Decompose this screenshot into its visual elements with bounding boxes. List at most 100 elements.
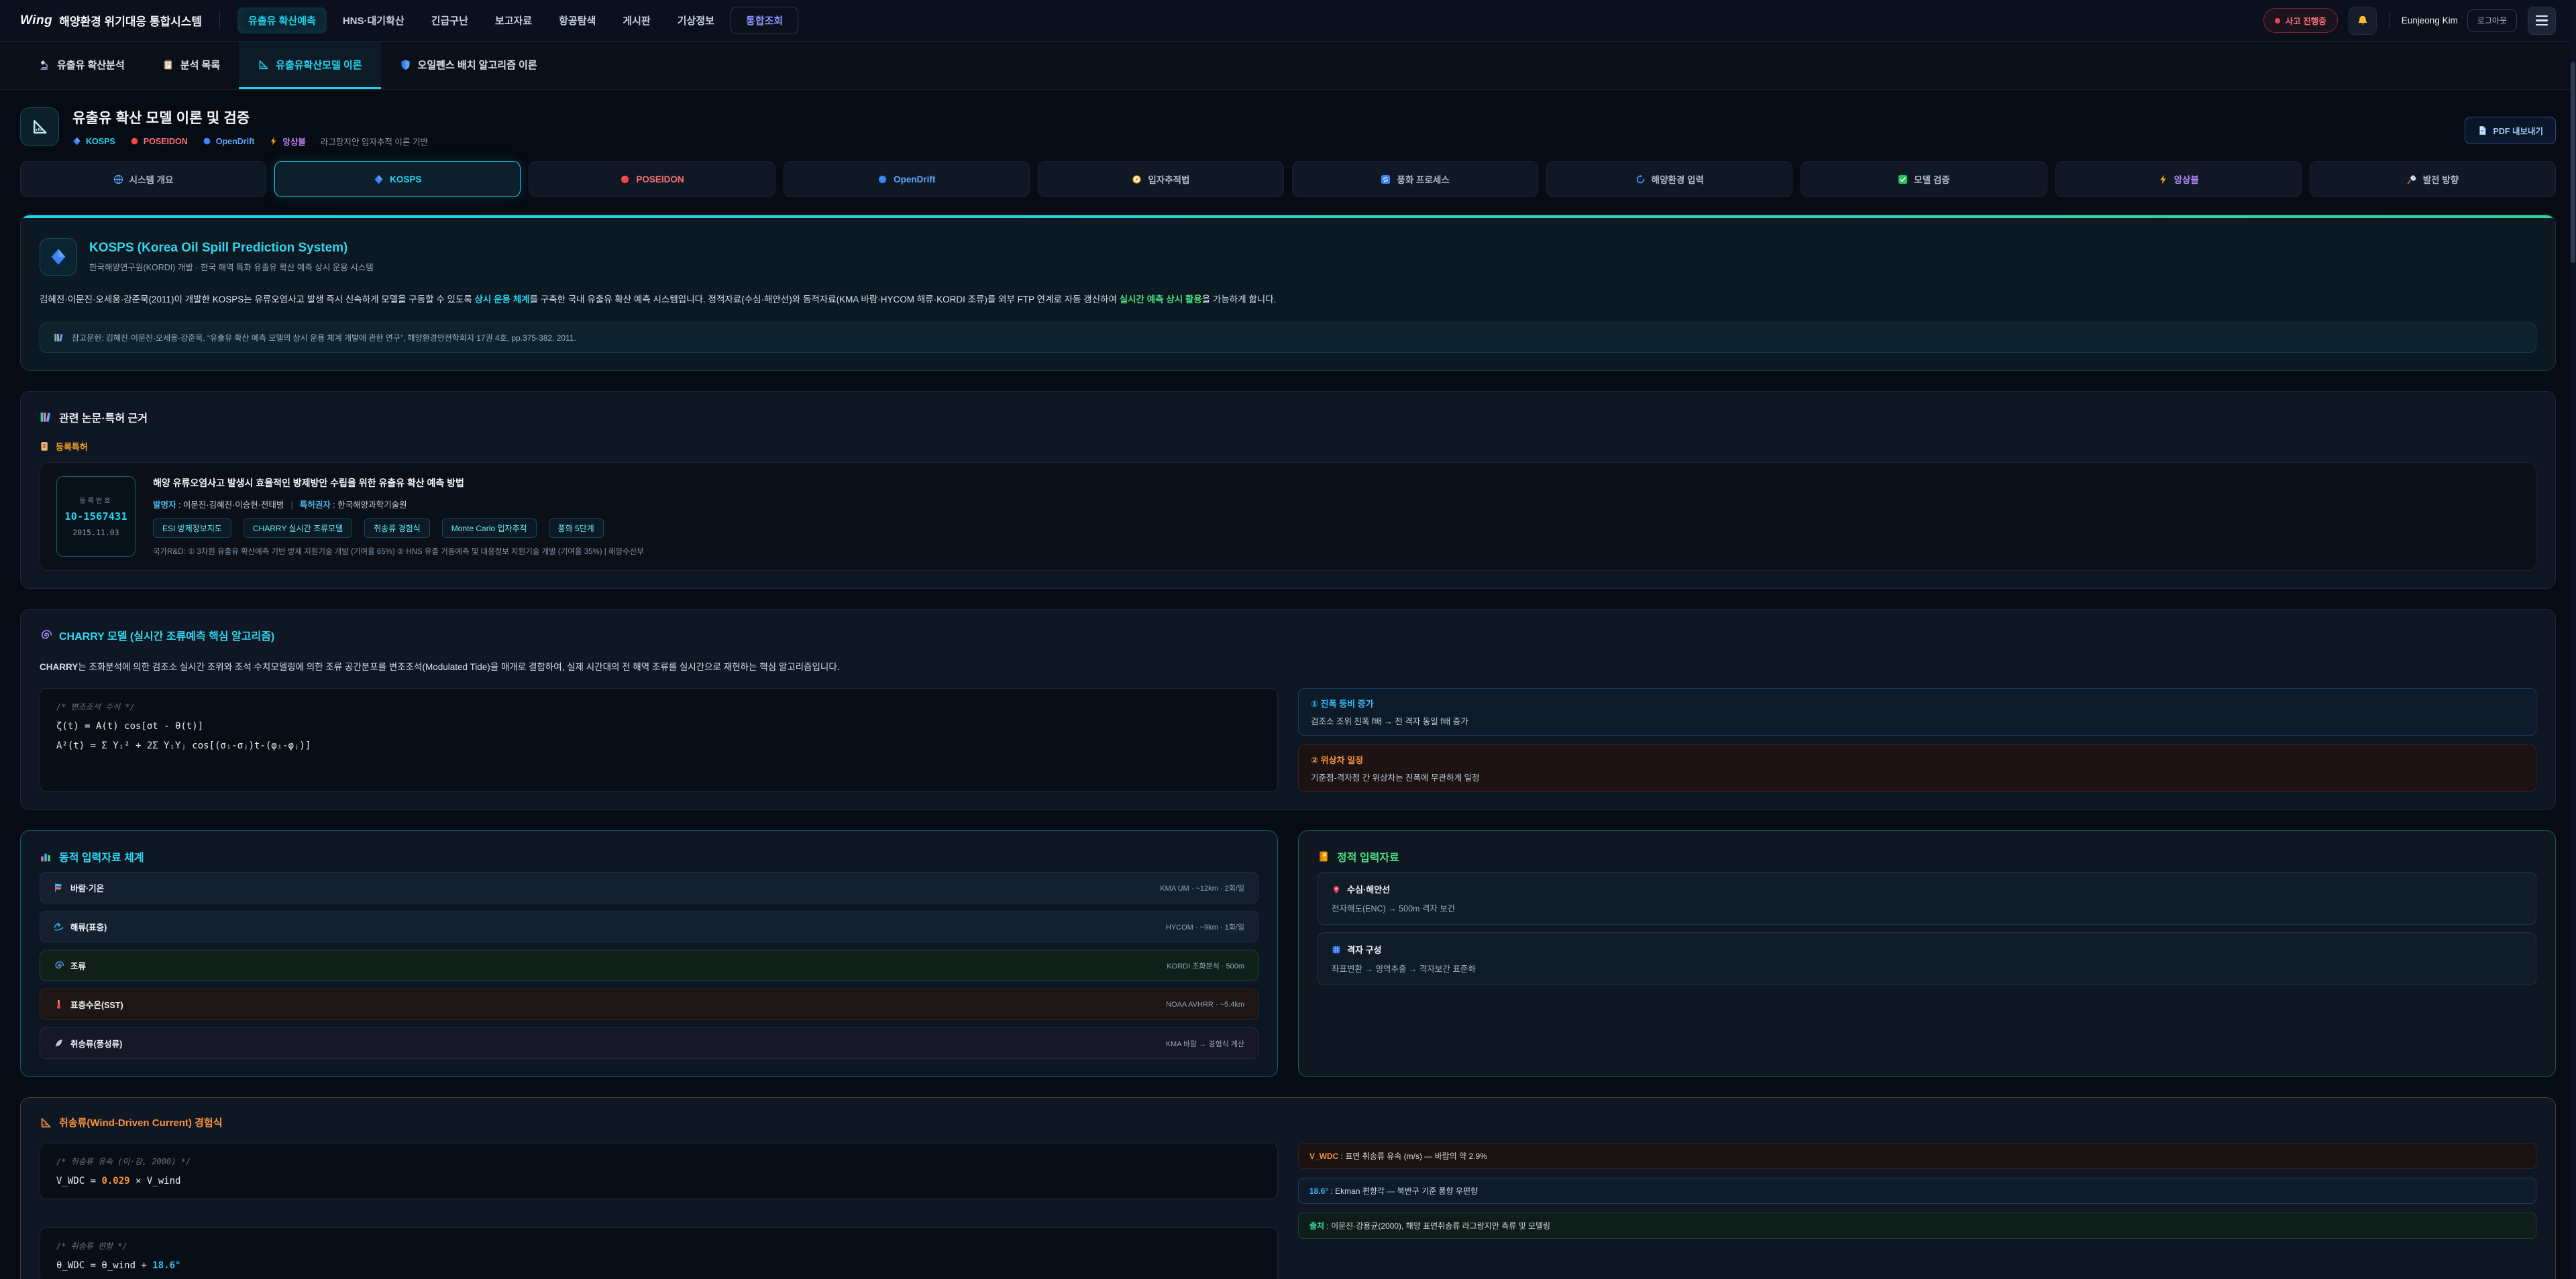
nav-item-aerial-search[interactable]: 항공탐색: [548, 7, 606, 34]
lightning-icon: [269, 137, 278, 146]
inventors-label: 발명자: [153, 500, 176, 510]
meta-separator: |: [290, 500, 292, 510]
grid-icon: [1332, 945, 1341, 954]
triangle-ruler-icon: [40, 1117, 52, 1129]
nav-item-hns-air-diffusion[interactable]: HNS·대기확산: [332, 7, 415, 34]
model-badge-row: KOSPS POSEIDON OpenDrift 앙상블 라그랑지안 입자추적 …: [72, 135, 428, 148]
wind-flag-icon: [54, 883, 64, 893]
bar-chart-icon: [40, 850, 52, 863]
highlight-realtime-use: 실시간 예측 상시 활용: [1120, 294, 1202, 304]
nav-item-emergency-rescue[interactable]: 긴급구난: [421, 7, 479, 34]
map-pin-icon: [1332, 885, 1341, 894]
highlight-realtime-operation: 상시 운용 체계: [475, 294, 530, 304]
tab-label: 유출유확산모델 이론: [276, 58, 362, 72]
triangle-ruler-icon: [31, 118, 48, 135]
red-dot-icon: [130, 137, 139, 146]
page-scrollbar[interactable]: [2570, 0, 2576, 1279]
topbar: Wing 해양환경 위기대응 통합시스템 유출유 확산예측 HNS·대기확산 긴…: [0, 0, 2576, 42]
papers-patents-card: 관련 논문·특허 근거 등록특허 등록번호 10-1567431 2015.11…: [20, 391, 2556, 589]
section-tab-future-direction[interactable]: 발전 방향: [2310, 161, 2556, 197]
badge-ensemble: 앙상블: [269, 135, 306, 148]
alert-dot-icon: [2275, 18, 2280, 23]
red-dot-icon: [620, 174, 630, 184]
section-tab-particle-tracking[interactable]: 입자추적법: [1038, 161, 1284, 197]
tab-oil-spill-analysis[interactable]: 유출유 확산분석: [20, 42, 144, 89]
note-desc: 기준점-격자점 간 위상차는 진폭에 무관하게 일정: [1311, 771, 2524, 783]
section-tab-ensemble[interactable]: 앙상블: [2055, 161, 2302, 197]
dynamic-row-sst: 표층수온(SST) NOAA AVHRR · ~5.4km: [40, 989, 1258, 1020]
patent-tag: ESI 방제정보지도: [153, 518, 231, 538]
charry-description: CHARRY는 조화분석에 의한 검조소 실시간 조위와 조석 수치모델링에 의…: [40, 659, 2536, 675]
tab-analysis-list[interactable]: 분석 목록: [144, 42, 239, 89]
scrollbar-thumb[interactable]: [2571, 62, 2575, 263]
note-title: ② 위상차 일정: [1311, 753, 2524, 766]
tab-label: 오일펜스 배치 알고리즘 이론: [418, 58, 537, 72]
national-rnd-note: 국가R&D: ① 3차원 유출유 확산예측 기반 방제 지원기술 개발 (기여율…: [153, 546, 2520, 557]
dynamic-row-current: 해류(표층) HYCOM · ~9km · 1회/일: [40, 911, 1258, 942]
kosps-header: KOSPS (Korea Oil Spill Prediction System…: [40, 238, 2536, 276]
ekman-angle-note: 18.6° : Ekman 편향각 — 북반구 기준 풍향 우편향: [1298, 1178, 2536, 1204]
formula-wdc-deflection: θ_WDC = θ_wind + 18.6°: [56, 1260, 1261, 1271]
patent-registration-box: 등록번호 10-1567431 2015.11.03: [56, 476, 136, 557]
dynamic-input-title: 동적 입력자료 체계: [40, 848, 1258, 865]
registration-caption: 등록번호: [80, 495, 113, 505]
spiral-icon: [40, 629, 52, 641]
section-tab-kosps[interactable]: KOSPS: [274, 161, 521, 197]
dynamic-row-wind-driven-current: 취송류(풍성류) KMA 바람 → 경험식 계산: [40, 1027, 1258, 1059]
spiral-icon: [54, 960, 64, 970]
reference-note: 참고문헌: 김혜진·이문진·오세웅·강준묵, “유출유 확산 예측 모델의 상시…: [40, 323, 2536, 353]
nav-item-oil-spill-prediction[interactable]: 유출유 확산예측: [237, 7, 327, 34]
section-tab-marine-env-input[interactable]: 해양환경 입력: [1546, 161, 1792, 197]
hamburger-menu-button[interactable]: [2528, 7, 2556, 35]
nav-item-weather-info[interactable]: 기상정보: [667, 7, 725, 34]
modulated-tide-formula-block: /* 변조조석 수식 */ ζ(t) = A(t) cos[σt - θ(t)]…: [40, 688, 1278, 792]
logout-button[interactable]: 로그아웃: [2467, 9, 2517, 32]
incident-status-badge[interactable]: 사고 진행중: [2263, 8, 2338, 33]
tab-oil-fence-algorithm-theory[interactable]: 오일펜스 배치 알고리즘 이론: [381, 42, 556, 89]
kosps-icon-box: [40, 238, 77, 276]
papers-patents-title: 관련 논문·특허 근거: [40, 409, 2536, 425]
notifications-button[interactable]: [2349, 7, 2377, 35]
user-name: Eunjeong Kim: [2402, 15, 2458, 25]
note-desc: 검조소 조위 진폭 f배 → 전 격자 동일 f배 증가: [1311, 714, 2524, 727]
tab-label: 유출유 확산분석: [57, 58, 125, 72]
registration-date: 2015.11.03: [72, 528, 119, 537]
nav-item-board[interactable]: 게시판: [612, 7, 661, 34]
code-comment: /* 취송류 편향 */: [56, 1240, 1261, 1252]
charry-title: CHARRY 모델 (실시간 조류예측 핵심 알고리즘): [40, 627, 2536, 643]
code-comment: /* 변조조석 수식 */: [56, 701, 1261, 712]
wdc-speed-note: V_WDC : 표면 취송류 유속 (m/s) — 바람의 약 2.9%: [1298, 1143, 2536, 1169]
nav-item-reports[interactable]: 보고자료: [484, 7, 543, 34]
section-tab-poseidon[interactable]: POSEIDON: [529, 161, 775, 197]
patent-tag: 풍화 5단계: [549, 518, 604, 538]
diamond-icon: [72, 137, 81, 146]
main-content: 유출유 확산 모델 이론 및 검증 KOSPS POSEIDON OpenDri…: [0, 90, 2576, 1279]
section-tab-weathering-process[interactable]: 풍화 프로세스: [1292, 161, 1538, 197]
pdf-export-button[interactable]: PDF 내보내기: [2465, 117, 2556, 144]
kosps-description: 김혜진·이문진·오세웅·강준묵(2011)이 개발한 KOSPS는 유류오염사고…: [40, 292, 2536, 308]
wave-icon: [54, 922, 64, 932]
section-tab-model-validation[interactable]: 모델 검증: [1801, 161, 2047, 197]
static-input-title: 정적 입력자료: [1318, 848, 2536, 865]
main-nav: 유출유 확산예측 HNS·대기확산 긴급구난 보고자료 항공탐색 게시판 기상정…: [237, 7, 798, 34]
kosps-overview-card: KOSPS (Korea Oil Spill Prediction System…: [20, 215, 2556, 371]
section-tab-system-overview[interactable]: 시스템 개요: [20, 161, 266, 197]
diamond-icon: [374, 174, 384, 184]
wdc-formulas: /* 취송류 유속 (이·강, 2000) */ V_WDC = 0.029 ×…: [40, 1143, 1278, 1279]
feather-icon: [54, 1038, 64, 1048]
section-tab-bar: 시스템 개요 KOSPS POSEIDON OpenDrift 입자추적법 풍화…: [20, 161, 2556, 197]
formula-zeta: ζ(t) = A(t) cos[σt - θ(t)]: [56, 721, 1261, 732]
page-subtitle: 라그랑지안 입자추적 이론 기반: [321, 135, 428, 148]
divider: [2389, 13, 2390, 29]
tab-spill-model-theory[interactable]: 유출유확산모델 이론: [239, 42, 380, 89]
holder-value: : 한국해양과학기술원: [331, 500, 407, 510]
sub-tab-bar: 유출유 확산분석 분석 목록 유출유확산모델 이론 오일펜스 배치 알고리즘 이…: [0, 42, 2576, 90]
section-tab-opendrift[interactable]: OpenDrift: [784, 161, 1030, 197]
badge-kosps: KOSPS: [72, 137, 115, 146]
kosps-title: KOSPS (Korea Oil Spill Prediction System…: [89, 241, 374, 256]
patent-tag: CHARRY 실시간 조류모델: [244, 518, 352, 538]
nav-item-integrated-search[interactable]: 통합조회: [731, 7, 798, 34]
note-title: ① 진폭 등비 증가: [1311, 697, 2524, 710]
reference-text: 참고문헌: 김혜진·이문진·오세웅·강준묵, “유출유 확산 예측 모델의 상시…: [72, 332, 576, 343]
diamond-icon: [50, 248, 67, 266]
